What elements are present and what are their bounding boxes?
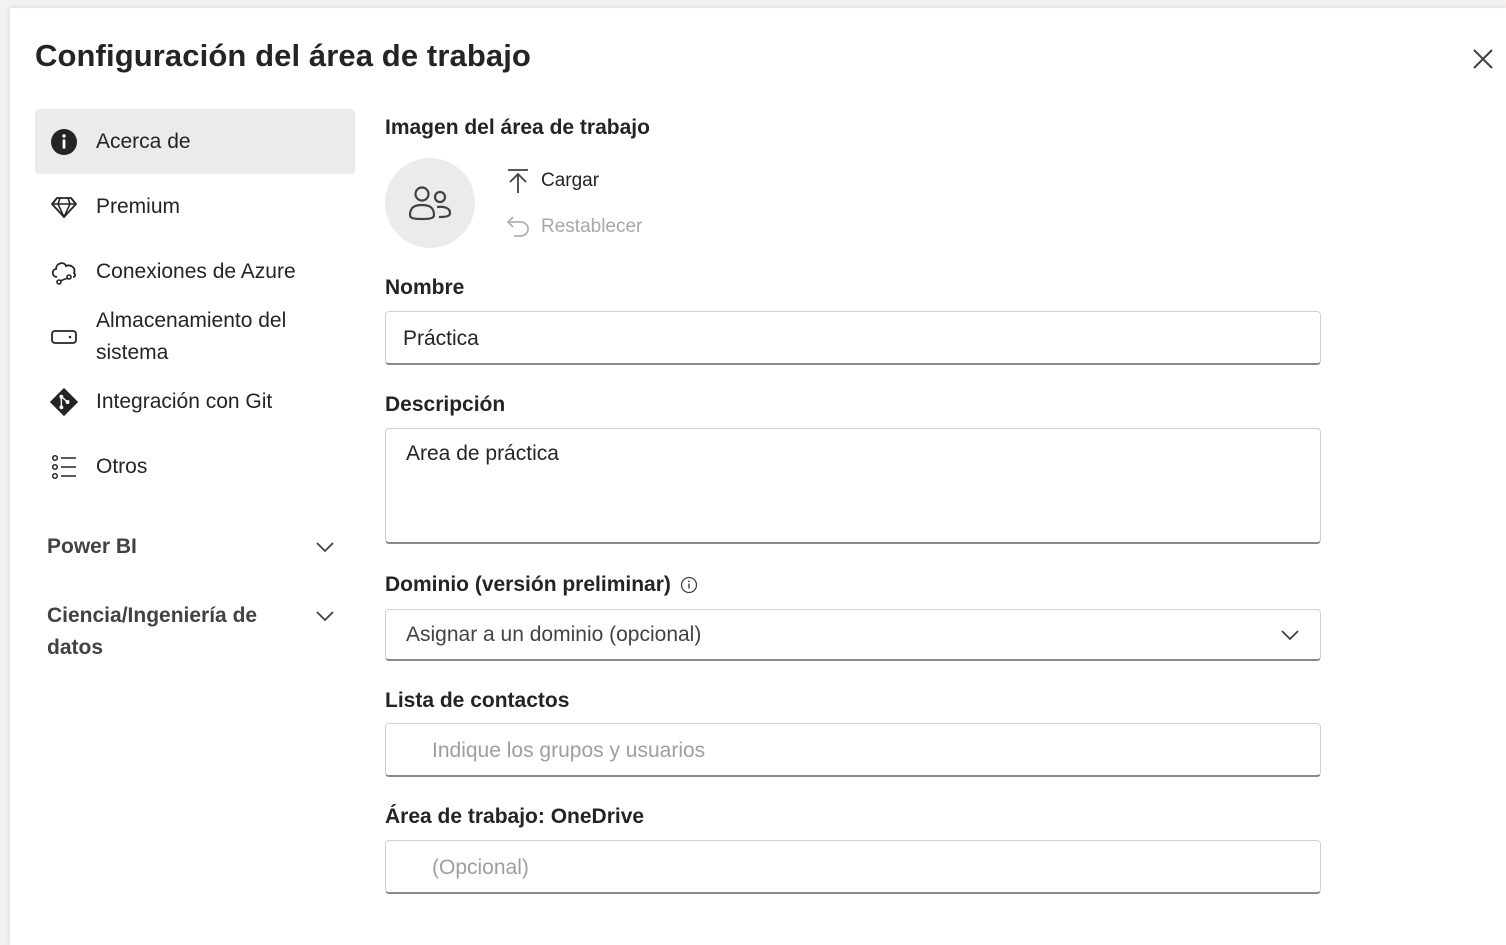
sidebar-item-premium[interactable]: Premium: [35, 174, 355, 239]
settings-sidebar: Acerca de Premium Conexiones de Azure Al…: [35, 109, 355, 667]
description-label: Descripción: [385, 393, 506, 416]
sidebar-item-label: Integración con Git: [96, 389, 273, 413]
onedrive-field[interactable]: (Opcional): [385, 840, 1321, 894]
workspace-settings-dialog: Configuración del área de trabajo Acerca…: [10, 8, 1506, 945]
list-icon: [49, 452, 79, 482]
description-field[interactable]: Area de práctica: [385, 428, 1321, 544]
people-icon: [408, 186, 452, 221]
sidebar-item-label: Premium: [96, 194, 181, 218]
reset-label: Restablecer: [541, 216, 643, 237]
section-power-bi[interactable]: Power BI: [35, 519, 355, 583]
onedrive-label: Área de trabajo: OneDrive: [385, 805, 645, 828]
upload-icon: [505, 168, 531, 194]
section-data-science[interactable]: Ciencia/Ingeniería de datos: [35, 587, 355, 667]
undo-icon: [505, 214, 531, 240]
chevron-down-icon: [316, 542, 334, 553]
diamond-icon: [49, 192, 79, 222]
storage-icon: [49, 322, 79, 352]
chevron-down-icon: [316, 611, 334, 622]
upload-label: Cargar: [541, 170, 600, 191]
name-label: Nombre: [385, 276, 465, 299]
sidebar-item-other[interactable]: Otros: [35, 434, 355, 499]
name-field[interactable]: Práctica: [385, 311, 1321, 365]
upload-button[interactable]: Cargar: [505, 166, 599, 196]
domain-dropdown[interactable]: Asignar a un dominio (opcional): [385, 609, 1321, 661]
domain-label-row: Dominio (versión preliminar): [385, 573, 698, 597]
sidebar-item-label: Acerca de: [96, 129, 191, 153]
section-label: Ciencia/Ingeniería de datos: [47, 604, 258, 659]
info-outline-icon[interactable]: [680, 576, 698, 594]
workspace-image-label: Imagen del área de trabajo: [385, 116, 650, 139]
sidebar-item-label: Conexiones de Azure: [96, 259, 296, 283]
sidebar-item-label: Otros: [96, 454, 148, 478]
sidebar-item-azure-connections[interactable]: Conexiones de Azure: [35, 239, 355, 304]
info-icon: [49, 127, 79, 157]
section-label: Power BI: [47, 535, 137, 558]
contacts-field[interactable]: Indique los grupos y usuarios: [385, 723, 1321, 777]
reset-button[interactable]: Restablecer: [505, 212, 642, 242]
name-value: Práctica: [403, 327, 479, 350]
sidebar-item-system-storage[interactable]: Almacenamiento del sistema: [35, 304, 355, 369]
domain-label: Dominio (versión preliminar): [385, 573, 671, 596]
contacts-placeholder: Indique los grupos y usuarios: [432, 739, 706, 762]
sidebar-item-label: Almacenamiento del sistema: [96, 308, 287, 364]
sidebar-item-git-integration[interactable]: Integración con Git: [35, 369, 355, 434]
sidebar-item-about[interactable]: Acerca de: [35, 109, 355, 174]
close-icon: [1473, 49, 1493, 69]
cloud-link-icon: [49, 257, 79, 287]
onedrive-placeholder: (Opcional): [432, 856, 529, 879]
dialog-title: Configuración del área de trabajo: [35, 38, 531, 73]
chevron-down-icon: [1281, 630, 1299, 641]
description-value: Area de práctica: [406, 442, 559, 465]
workspace-avatar: [385, 158, 475, 248]
git-icon: [49, 387, 79, 417]
contacts-label: Lista de contactos: [385, 689, 570, 712]
domain-selected: Asignar a un dominio (opcional): [406, 623, 702, 646]
close-button[interactable]: [1468, 44, 1498, 74]
